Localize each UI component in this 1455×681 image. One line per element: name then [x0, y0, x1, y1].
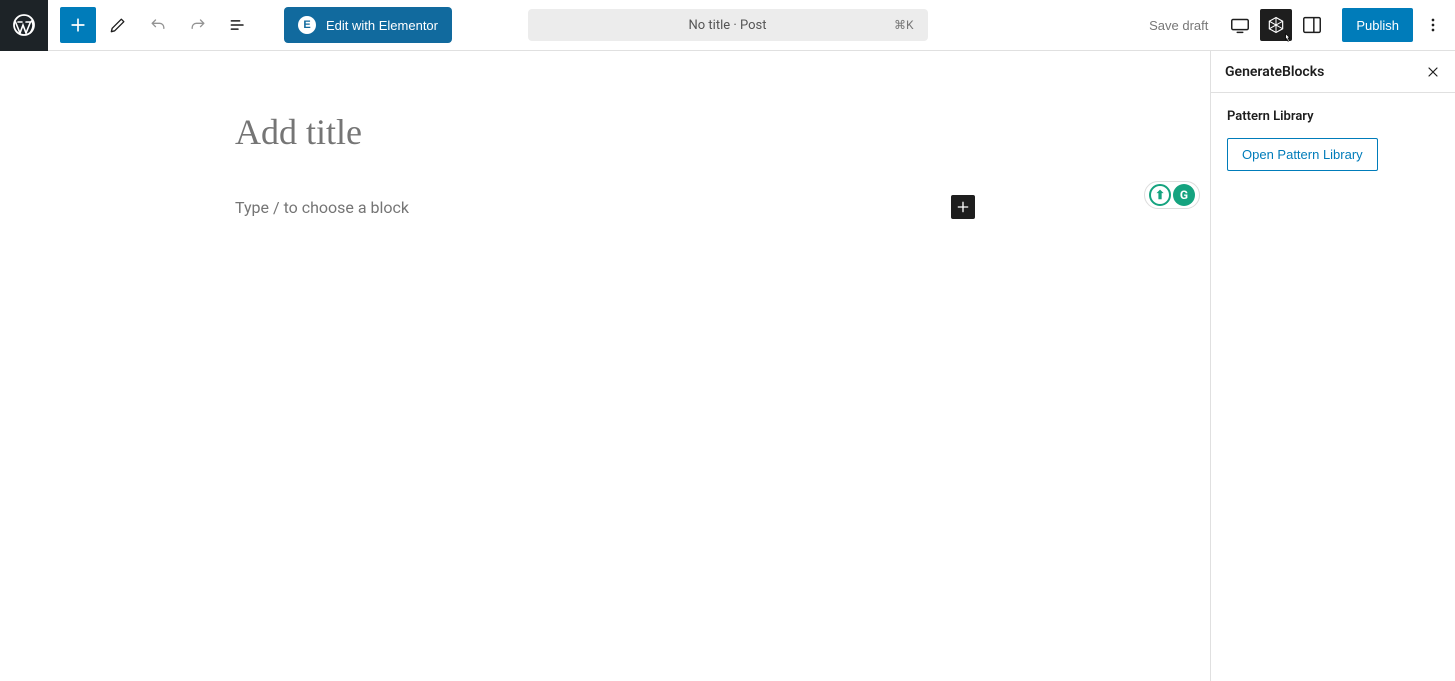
block-inserter-button[interactable] [60, 7, 96, 43]
post-content: Add title Type / to choose a block [235, 51, 975, 219]
undo-icon [148, 15, 168, 35]
pattern-library-section-title: Pattern Library [1227, 109, 1439, 124]
close-icon [1425, 64, 1441, 80]
elementor-label: Edit with Elementor [326, 18, 438, 33]
generateblocks-sidebar: GenerateBlocks Pattern Library Open Patt… [1210, 51, 1455, 681]
generateblocks-icon [1266, 15, 1286, 35]
document-overview-button[interactable] [220, 7, 256, 43]
sidebar-header: GenerateBlocks [1211, 51, 1455, 93]
sidebar-body: Pattern Library Open Pattern Library [1211, 93, 1455, 187]
add-block-button[interactable] [951, 195, 975, 219]
settings-sidebar-button[interactable] [1296, 9, 1328, 41]
default-block-appender: Type / to choose a block [235, 195, 975, 219]
block-placeholder-text[interactable]: Type / to choose a block [235, 198, 409, 217]
toolbar-right-group: Save draft Publish [1137, 7, 1455, 43]
desktop-icon [1229, 14, 1251, 36]
pencil-icon [108, 15, 128, 35]
floating-badges: ⬆ G [1144, 181, 1200, 209]
document-title: No title · Post [689, 18, 767, 33]
command-shortcut: ⌘K [894, 18, 914, 32]
open-pattern-library-button[interactable]: Open Pattern Library [1227, 138, 1378, 171]
redo-icon [188, 15, 208, 35]
plus-icon [68, 15, 88, 35]
save-draft-button[interactable]: Save draft [1137, 7, 1220, 43]
undo-button[interactable] [140, 7, 176, 43]
top-toolbar: E Edit with Elementor No title · Post ⌘K… [0, 0, 1455, 51]
elementor-icon: E [298, 16, 316, 34]
wordpress-icon [12, 13, 36, 37]
toolbar-left-group: E Edit with Elementor [48, 7, 452, 43]
publish-button[interactable]: Publish [1342, 8, 1413, 42]
edit-with-elementor-button[interactable]: E Edit with Elementor [284, 7, 452, 43]
plus-icon [955, 199, 971, 215]
kebab-icon [1423, 15, 1443, 35]
grammarly-badge-icon[interactable]: G [1173, 184, 1195, 206]
wordpress-logo[interactable] [0, 0, 48, 51]
editor-canvas: ⬆ G Add title Type / to choose a block [0, 51, 1210, 681]
redo-button[interactable] [180, 7, 216, 43]
options-menu-button[interactable] [1417, 9, 1449, 41]
view-button[interactable] [1224, 9, 1256, 41]
sidebar-title: GenerateBlocks [1225, 64, 1324, 80]
sidebar-icon [1301, 14, 1323, 36]
document-bar[interactable]: No title · Post ⌘K [528, 9, 928, 41]
close-sidebar-button[interactable] [1425, 64, 1441, 80]
list-icon [228, 15, 248, 35]
post-title-input[interactable]: Add title [235, 111, 975, 161]
body-area: ⬆ G Add title Type / to choose a block G… [0, 51, 1455, 681]
assistant-badge-icon[interactable]: ⬆ [1149, 184, 1171, 206]
generateblocks-panel-button[interactable] [1260, 9, 1292, 41]
tools-button[interactable] [100, 7, 136, 43]
